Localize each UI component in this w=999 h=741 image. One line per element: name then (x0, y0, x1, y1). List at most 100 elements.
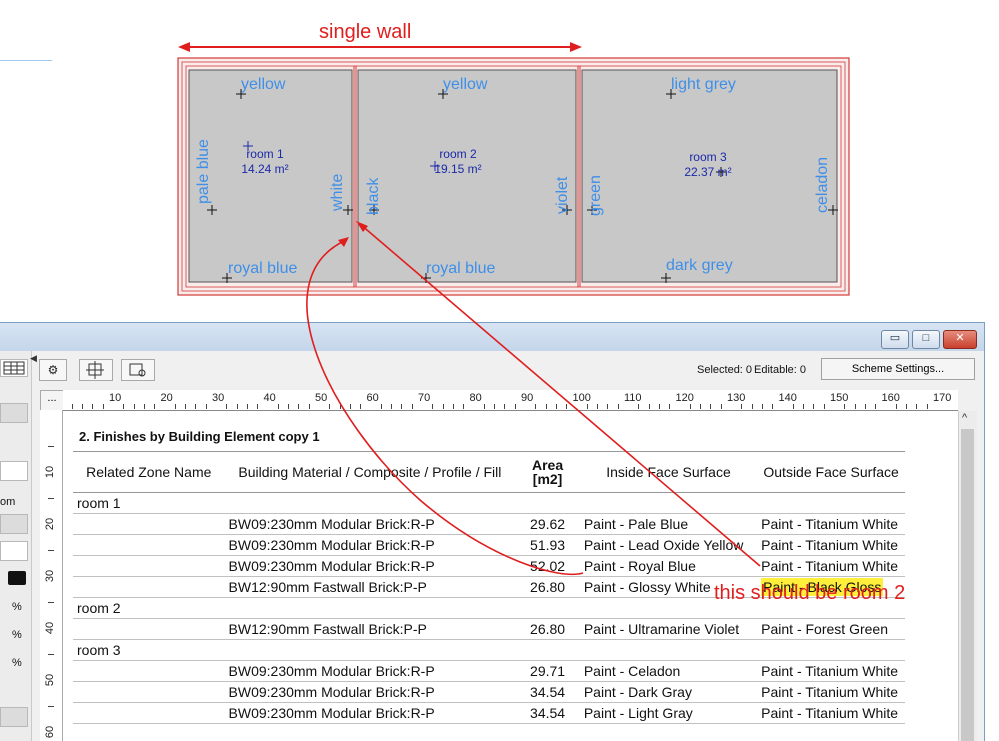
ruler-minor-tick (48, 446, 54, 447)
ruler-minor-tick (277, 404, 279, 409)
single-wall-annotation: single wall (319, 21, 412, 43)
inside-face-cell: Paint - Dark Gray (579, 681, 758, 703)
view-grid-icon[interactable] (0, 359, 28, 377)
ruler-minor-tick (48, 654, 54, 655)
ruler-minor-tick (638, 404, 640, 409)
ruler-tick-label: 80 (469, 392, 482, 404)
ruler-tick-label: 150 (830, 392, 849, 404)
ruler-tick-label: 40 (44, 621, 57, 635)
outside-face-cell: Paint - Titanium White (757, 513, 905, 535)
area-cell: 29.71 (515, 660, 580, 682)
ruler-minor-tick (380, 404, 382, 409)
room-3-info: room 3 22.37 m² (668, 150, 748, 180)
room-3-right-label: celadon (814, 156, 831, 213)
close-button[interactable]: ✕ (943, 330, 977, 349)
ruler-tick-label: 170 (933, 392, 952, 404)
scroll-thumb[interactable] (961, 429, 974, 741)
ruler-minor-tick (411, 404, 413, 409)
table-row[interactable]: BW09:230mm Modular Brick:R-P 34.54 Paint -… (73, 681, 905, 703)
horizontal-ruler: 10 20 30 40 50 60 70 80 90 100 110 120 130 140 150 160 1… (63, 390, 958, 411)
scheme-settings-button[interactable]: Scheme Settings... (821, 358, 975, 380)
ruler-minor-tick (329, 404, 331, 409)
room-1-info: room 1 14.24 m² (225, 147, 305, 177)
table-row[interactable]: BW09:230mm Modular Brick:R-P 52.02 Paint -… (73, 555, 905, 577)
room-2-bottom-label: royal blue (426, 260, 496, 277)
window-titlebar[interactable]: ▭ □ ✕ (0, 323, 984, 351)
table-row[interactable]: BW09:230mm Modular Brick:R-P 51.93 Paint -… (73, 534, 905, 556)
ruler-minor-tick (689, 404, 691, 409)
table-row[interactable]: BW09:230mm Modular Brick:R-P 34.54 Paint -… (73, 702, 905, 724)
zone-tool-icon[interactable] (121, 359, 155, 381)
more-button[interactable]: ... (40, 390, 64, 411)
outside-face-cell: Paint - Titanium White (757, 702, 905, 724)
zone-cell (73, 618, 225, 640)
color-swatch[interactable] (8, 571, 26, 585)
ruler-tick-label: 10 (109, 392, 122, 404)
ruler-minor-tick (504, 404, 506, 409)
percent-unit-1: % (12, 601, 22, 613)
ruler-tick-label: 140 (778, 392, 797, 404)
panel-dropdown-2[interactable] (0, 541, 28, 561)
outside-face-cell: Paint - Titanium White (757, 534, 905, 556)
ruler-tick-label: 50 (315, 392, 328, 404)
floor-plan (177, 42, 850, 296)
area-cell: 52.02 (515, 555, 580, 577)
outside-face-cell: Paint - Titanium White (757, 555, 905, 577)
zone-name: room 3 (73, 639, 905, 661)
header-material: Building Material / Composite / Profile … (224, 451, 516, 493)
room-3-area: 22.37 m² (684, 165, 732, 179)
ruler-minor-tick (545, 404, 547, 409)
ruler-tick-label: 30 (44, 569, 57, 583)
room-2-top-label: yellow (443, 76, 488, 93)
percent-unit-2: % (12, 629, 22, 641)
gear-icon[interactable]: ⚙ (39, 359, 67, 381)
room-1-name: room 1 (246, 147, 284, 161)
scroll-up-icon[interactable]: ^ (962, 412, 967, 424)
ruler-minor-tick (442, 404, 444, 409)
ruler-tick-label: 130 (727, 392, 746, 404)
panel-button-2[interactable] (0, 514, 28, 534)
minimize-button[interactable]: ▭ (881, 330, 909, 349)
ruler-minor-tick (154, 404, 156, 409)
panel-dropdown-1[interactable] (0, 461, 28, 481)
header-area: Area [m2] (515, 451, 580, 493)
ruler-tick-label: 10 (44, 465, 57, 479)
table-header-row: Related Zone Name Building Material / Co… (73, 451, 905, 493)
collapse-arrow-icon[interactable]: ◀ (30, 353, 37, 364)
material-cell: BW09:230mm Modular Brick:R-P (224, 555, 516, 577)
vertical-scrollbar[interactable]: ^ (958, 411, 977, 741)
ruler-minor-tick (895, 404, 897, 409)
ruler-minor-tick (452, 404, 454, 409)
ruler-minor-tick (586, 404, 588, 409)
area-cell: 34.54 (515, 681, 580, 703)
ruler-minor-tick (813, 404, 815, 409)
zone-icon[interactable] (79, 359, 113, 381)
maximize-button[interactable]: □ (912, 330, 940, 349)
ruler-minor-tick (288, 404, 290, 409)
ruler-minor-tick (185, 404, 187, 409)
table-row[interactable]: BW09:230mm Modular Brick:R-P 29.62 Paint -… (73, 513, 905, 535)
zone-cell (73, 513, 225, 535)
ruler-minor-tick (751, 404, 753, 409)
ruler-minor-tick (854, 404, 856, 409)
room-3-top-label: light grey (671, 76, 736, 93)
table-row[interactable]: BW12:90mm Fastwall Brick:P-P 26.80 Paint -… (73, 618, 905, 640)
ruler-minor-tick (772, 404, 774, 409)
ruler-minor-tick (535, 404, 537, 409)
ruler-minor-tick (432, 404, 434, 409)
ruler-minor-tick (700, 404, 702, 409)
ruler-minor-tick (246, 404, 248, 409)
ruler-minor-tick (205, 404, 207, 409)
zone-cell (73, 681, 225, 703)
ruler-minor-tick (720, 404, 722, 409)
zone-group-row: room 1 (73, 492, 905, 514)
schedule-body: room 1 BW09:230mm Modular Brick:R-P 29.62 P… (73, 492, 905, 724)
table-row[interactable]: BW09:230mm Modular Brick:R-P 29.71 Paint -… (73, 660, 905, 682)
ruler-minor-tick (597, 404, 599, 409)
panel-button-1[interactable] (0, 403, 28, 423)
ruler-minor-tick (792, 404, 794, 409)
left-panel: om % % % (0, 351, 32, 741)
ruler-minor-tick (669, 404, 671, 409)
panel-button-3[interactable] (0, 707, 28, 727)
ruler-minor-tick (761, 404, 763, 409)
